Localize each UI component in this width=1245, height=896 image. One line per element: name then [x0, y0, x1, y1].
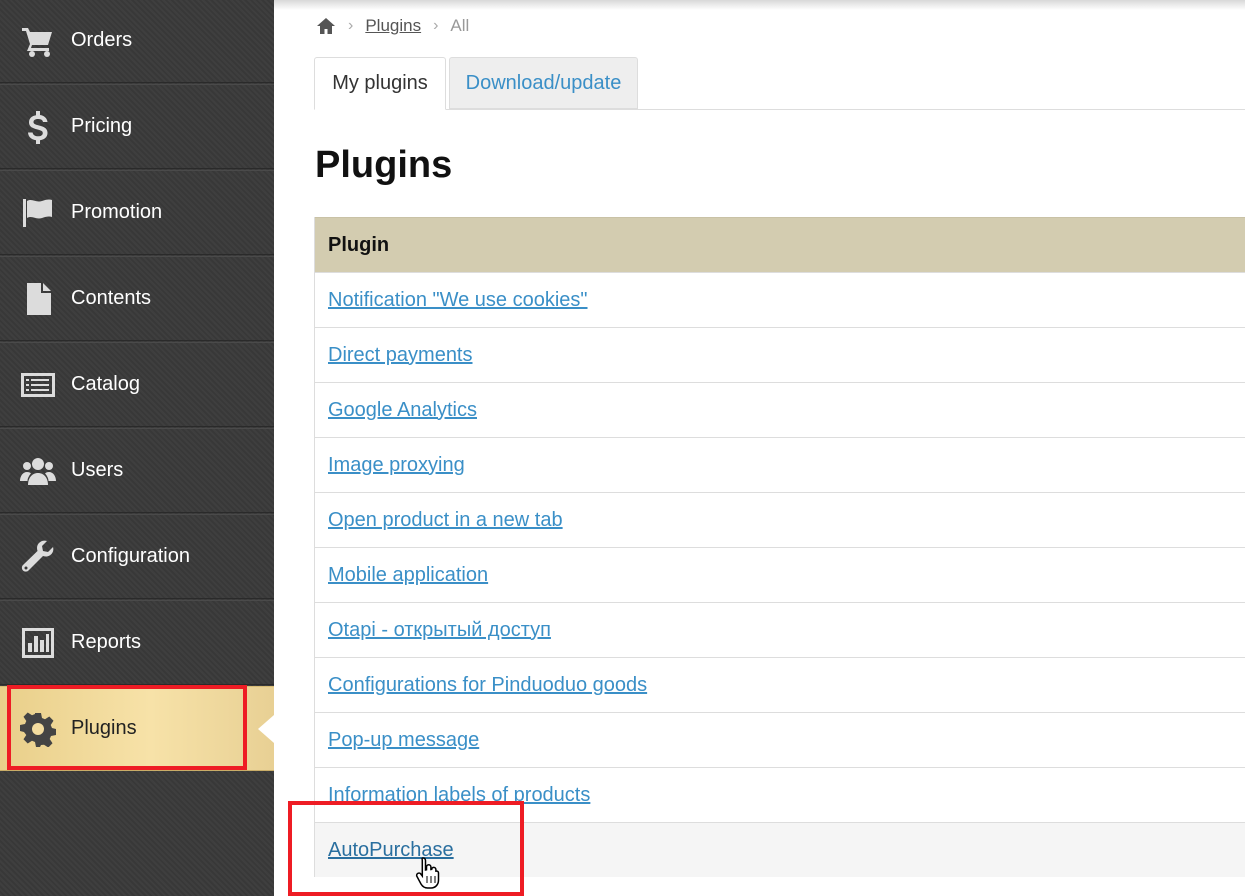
table-row: Notification "We use cookies" — [315, 272, 1245, 327]
plugin-link[interactable]: Information labels of products — [328, 784, 590, 807]
plugin-link[interactable]: Direct payments — [328, 344, 473, 367]
sidebar-item-orders[interactable]: Orders — [0, 0, 274, 83]
sidebar-item-label: Pricing — [71, 115, 133, 137]
table-row: Direct payments — [315, 327, 1245, 382]
sidebar-item-label: Plugins — [71, 717, 137, 739]
sidebar-item-label: Catalog — [71, 373, 140, 395]
sidebar-item-plugins[interactable]: Plugins — [0, 686, 274, 771]
sidebar-item-label: Promotion — [71, 201, 163, 223]
page-title: Plugins — [315, 144, 453, 186]
plugin-link[interactable]: Notification "We use cookies" — [328, 289, 588, 312]
sidebar-item-label: Reports — [71, 631, 142, 653]
sidebar-item-contents[interactable]: Contents — [0, 256, 274, 341]
cart-icon — [18, 21, 58, 61]
plugin-link[interactable]: Google Analytics — [328, 399, 477, 422]
sidebar-item-label: Contents — [71, 287, 152, 309]
plugin-link[interactable]: Image proxying — [328, 454, 465, 477]
home-icon[interactable] — [316, 17, 336, 35]
top-shadow — [274, 0, 1245, 10]
plugin-link[interactable]: Otapi - открытый доступ — [328, 619, 551, 642]
tab-my-plugins[interactable]: My plugins — [314, 57, 446, 110]
breadcrumb-separator: › — [348, 17, 354, 34]
sidebar-item-promotion[interactable]: Promotion — [0, 170, 274, 255]
breadcrumb: › Plugins › All — [316, 14, 469, 38]
plugins-table: Plugin Notification "We use cookies" Dir… — [314, 217, 1245, 877]
sidebar-item-configuration[interactable]: Configuration — [0, 514, 274, 599]
sidebar-item-label: Users — [71, 459, 124, 481]
table-row: Pop-up message — [315, 712, 1245, 767]
users-icon — [18, 451, 58, 491]
file-icon — [18, 279, 58, 319]
table-row: Mobile application — [315, 547, 1245, 602]
bar-chart-icon — [18, 623, 58, 663]
table-row: AutoPurchase — [315, 822, 1245, 877]
active-indicator — [258, 714, 274, 743]
list-icon — [18, 365, 58, 405]
sidebar-item-catalog[interactable]: Catalog — [0, 342, 274, 427]
dollar-icon — [18, 107, 58, 147]
sidebar-item-label: Orders — [71, 29, 133, 51]
tab-download-update[interactable]: Download/update — [449, 57, 638, 109]
table-row: Google Analytics — [315, 382, 1245, 437]
plugin-link[interactable]: Pop-up message — [328, 729, 479, 752]
breadcrumb-separator: › — [433, 17, 439, 34]
sidebar-item-label: Configuration — [71, 545, 190, 567]
plugin-link[interactable]: Mobile application — [328, 564, 488, 587]
sidebar-item-reports[interactable]: Reports — [0, 600, 274, 685]
table-row: Configurations for Pinduoduo goods — [315, 657, 1245, 712]
plugin-link[interactable]: Open product in a new tab — [328, 509, 563, 532]
table-row: Open product in a new tab — [315, 492, 1245, 547]
breadcrumb-link-plugins[interactable]: Plugins — [365, 16, 421, 36]
plugin-link[interactable]: Configurations for Pinduoduo goods — [328, 674, 647, 697]
breadcrumb-current: All — [450, 16, 470, 35]
gear-icon — [18, 709, 58, 749]
wrench-icon — [18, 537, 58, 577]
table-row: Otapi - открытый доступ — [315, 602, 1245, 657]
tab-bar: My plugins Download/update — [314, 57, 1245, 110]
table-row: Image proxying — [315, 437, 1245, 492]
table-row: Information labels of products — [315, 767, 1245, 822]
hand-cursor-icon — [415, 857, 440, 889]
flag-icon — [18, 193, 58, 233]
table-header-plugin: Plugin — [315, 217, 1245, 272]
sidebar: Orders Pricing Promotion Contents Catalo… — [0, 0, 274, 896]
sidebar-item-users[interactable]: Users — [0, 428, 274, 513]
sidebar-item-pricing[interactable]: Pricing — [0, 84, 274, 169]
main-content: › Plugins › All My plugins Download/upda… — [274, 0, 1245, 896]
